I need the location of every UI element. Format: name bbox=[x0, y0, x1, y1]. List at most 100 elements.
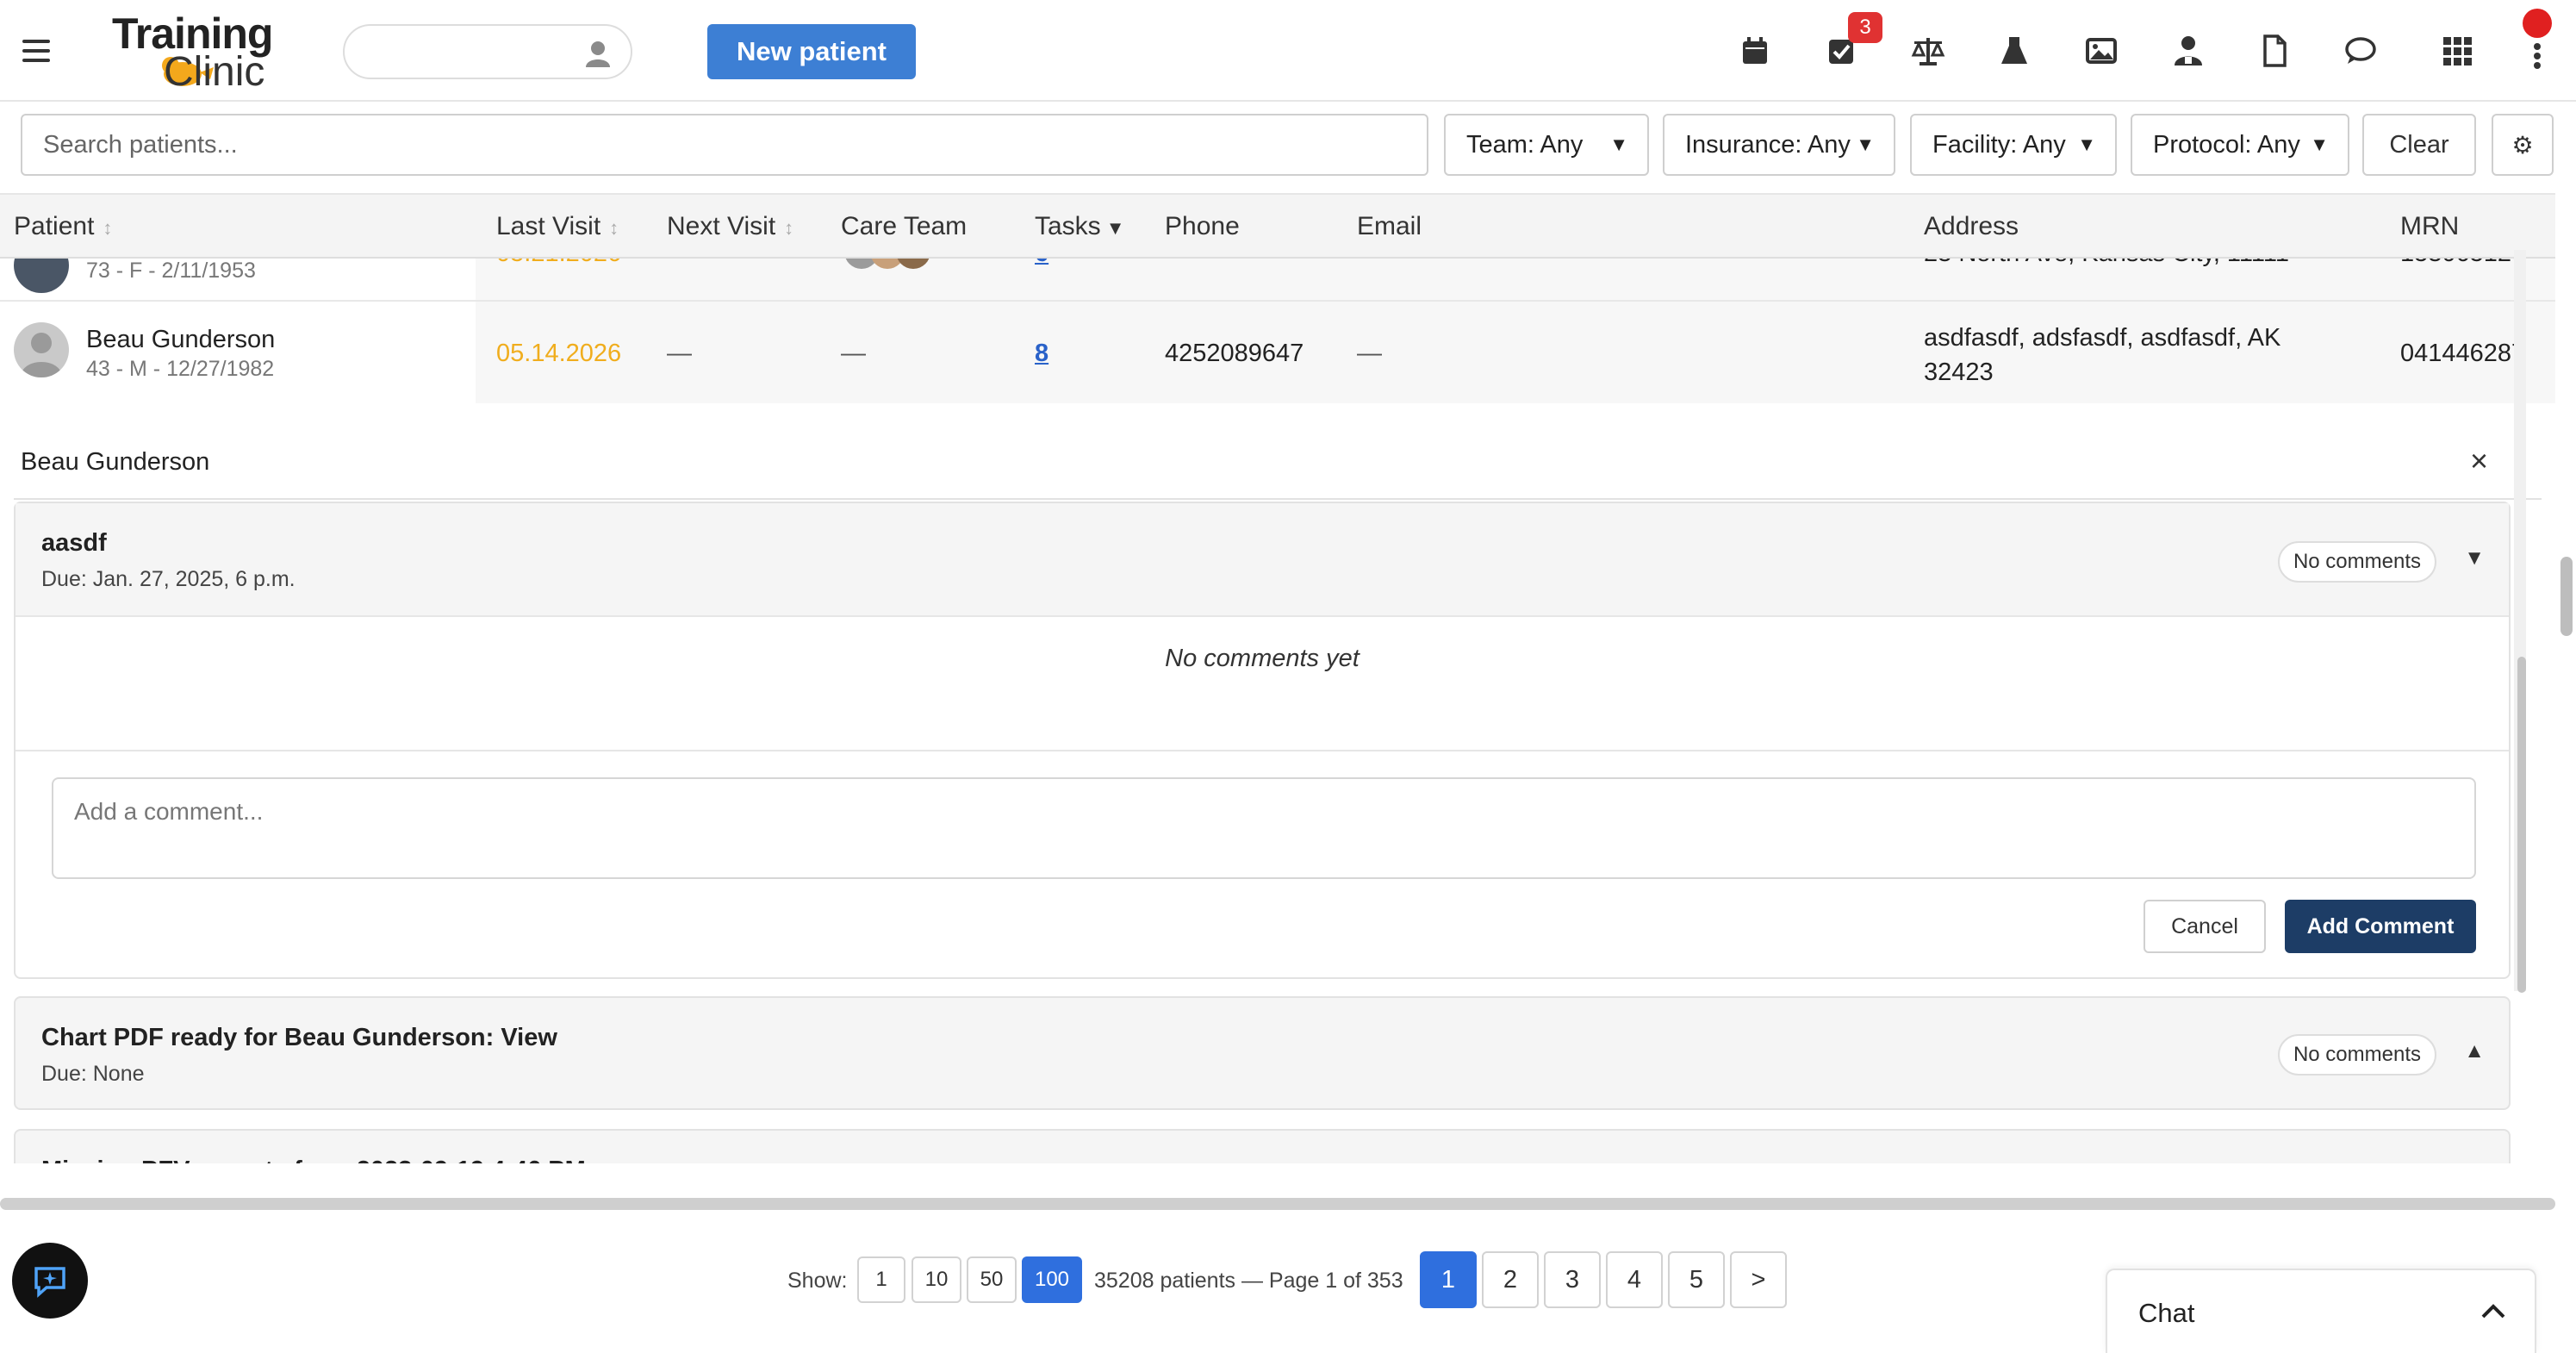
insurance-filter-value: Insurance: Any bbox=[1685, 131, 1851, 159]
column-header-phone[interactable]: Phone bbox=[1165, 212, 1240, 241]
chevron-down-icon: ▼ bbox=[2077, 134, 2096, 155]
column-label-last-visit: Last Visit bbox=[496, 212, 601, 240]
clear-filters-button[interactable]: Clear bbox=[2362, 114, 2476, 176]
chevron-up-icon[interactable]: ▲ bbox=[2464, 1039, 2485, 1063]
chat-bubble-icon[interactable] bbox=[2343, 33, 2379, 69]
calendar-icon[interactable] bbox=[1737, 33, 1773, 69]
row-data-cells: 05.21.2026 6 23 North Ave, Kansas City, … bbox=[476, 259, 2555, 300]
next-visit-value: — bbox=[667, 340, 692, 367]
document-icon[interactable] bbox=[2256, 33, 2293, 69]
avatar bbox=[14, 322, 69, 377]
insurance-filter-select[interactable]: Insurance: Any ▼ bbox=[1663, 114, 1895, 176]
task-header[interactable]: aasdf Due: Jan. 27, 2025, 6 p.m. No comm… bbox=[16, 503, 2509, 617]
facility-filter-select[interactable]: Facility: Any ▼ bbox=[1910, 114, 2117, 176]
user-doctor-icon[interactable] bbox=[2170, 33, 2206, 69]
scale-icon[interactable] bbox=[1910, 33, 1946, 69]
column-header-patient[interactable]: Patient ↕ bbox=[14, 212, 112, 241]
filter-bar: Team: Any ▼ Insurance: Any ▼ Facility: A… bbox=[0, 102, 2576, 193]
tasks-count-link[interactable]: 8 bbox=[1035, 340, 1048, 368]
page-button[interactable]: 5 bbox=[1668, 1251, 1725, 1308]
team-filter-select[interactable]: Team: Any ▼ bbox=[1444, 114, 1649, 176]
patient-cell[interactable]: Beau Gunderson 43 - M - 12/27/1982 bbox=[0, 302, 476, 403]
task-title: Chart PDF ready for Beau Gunderson: View bbox=[41, 1024, 557, 1051]
table-row[interactable]: Beau Gunderson 43 - M - 12/27/1982 05.14… bbox=[0, 302, 2555, 403]
grid-icon[interactable] bbox=[2439, 33, 2475, 69]
avatar bbox=[14, 259, 69, 293]
menu-icon[interactable] bbox=[22, 40, 50, 62]
sort-icon: ↕ bbox=[609, 217, 619, 239]
chevron-down-icon: ▼ bbox=[1609, 134, 1628, 155]
page-size-option[interactable]: 1 bbox=[857, 1256, 905, 1303]
column-label-email: Email bbox=[1357, 212, 1422, 240]
more-vertical-icon[interactable] bbox=[2519, 36, 2555, 72]
column-header-email[interactable]: Email bbox=[1357, 212, 1422, 241]
new-patient-button[interactable]: New patient bbox=[707, 24, 916, 79]
tasks-count-badge: 3 bbox=[1848, 12, 1882, 43]
panel-scrollbar-thumb[interactable] bbox=[2517, 657, 2526, 993]
page-size-option[interactable]: 50 bbox=[967, 1256, 1017, 1303]
quick-patient-search[interactable] bbox=[343, 24, 632, 79]
task-title: Missing PFV on note from 2023-09-19 4:46… bbox=[41, 1157, 586, 1163]
divider bbox=[16, 750, 2509, 751]
close-icon[interactable]: × bbox=[2470, 443, 2488, 479]
last-visit-value[interactable]: 05.21.2026 bbox=[496, 259, 621, 268]
chevron-up-icon[interactable] bbox=[2478, 1296, 2509, 1327]
comment-textarea[interactable] bbox=[52, 777, 2476, 879]
address-value: 23 North Ave, Kansas City, 11111 bbox=[1924, 259, 2289, 268]
comments-count-pill[interactable]: No comments bbox=[2277, 1034, 2436, 1076]
column-header-mrn[interactable]: MRN bbox=[2400, 212, 2459, 241]
chat-widget[interactable]: Chat bbox=[2106, 1269, 2536, 1353]
page-button[interactable]: 2 bbox=[1482, 1251, 1539, 1308]
tasks-scroll-area[interactable]: aasdf Due: Jan. 27, 2025, 6 p.m. No comm… bbox=[14, 502, 2542, 1163]
last-visit-value[interactable]: 05.14.2026 bbox=[496, 340, 621, 368]
page-size-option[interactable]: 10 bbox=[912, 1256, 961, 1303]
task-card[interactable]: Chart PDF ready for Beau Gunderson: View… bbox=[14, 996, 2511, 1110]
page-button[interactable]: 4 bbox=[1606, 1251, 1663, 1308]
top-navbar: Training Clinic New patient 3 bbox=[0, 0, 2576, 102]
column-header-tasks[interactable]: Tasks ▼ bbox=[1035, 212, 1124, 241]
column-header-care-team[interactable]: Care Team bbox=[841, 212, 967, 241]
gear-icon[interactable]: ⚙ bbox=[2492, 114, 2554, 176]
pagination-footer: Show: 1 10 50 100 35208 patients — Page … bbox=[0, 1217, 2576, 1353]
table-row[interactable]: 73 - F - 2/11/1953 05.21.2026 6 23 North… bbox=[0, 259, 2555, 302]
email-value: — bbox=[1357, 340, 1382, 367]
column-header-last-visit[interactable]: Last Visit ↕ bbox=[496, 212, 619, 241]
tasks-count-link[interactable]: 6 bbox=[1035, 259, 1048, 268]
person-icon bbox=[586, 41, 610, 67]
logo-subtitle: Clinic bbox=[164, 49, 265, 95]
next-page-button[interactable]: > bbox=[1730, 1251, 1787, 1308]
panel-title: Beau Gunderson bbox=[21, 448, 210, 476]
page-size-option-active[interactable]: 100 bbox=[1022, 1256, 1082, 1303]
task-due: Due: None bbox=[41, 1062, 145, 1086]
column-label-address: Address bbox=[1924, 212, 2019, 240]
horizontal-scrollbar[interactable] bbox=[0, 1198, 2555, 1210]
mrn-value: 041446287 bbox=[2400, 340, 2526, 367]
protocol-filter-select[interactable]: Protocol: Any ▼ bbox=[2131, 114, 2349, 176]
page-size-label: Show: bbox=[787, 1269, 848, 1293]
ai-assistant-button[interactable] bbox=[12, 1243, 88, 1319]
protocol-filter-value: Protocol: Any bbox=[2153, 131, 2300, 159]
clinic-logo[interactable]: Training Clinic bbox=[112, 9, 284, 95]
image-icon[interactable] bbox=[2083, 33, 2119, 69]
app-root: Training Clinic New patient 3 Search pat… bbox=[0, 0, 2576, 1353]
page-scrollbar-thumb[interactable] bbox=[2560, 557, 2573, 636]
sort-icon: ↕ bbox=[784, 217, 794, 239]
facility-filter-value: Facility: Any bbox=[1932, 131, 2066, 159]
page-button-active[interactable]: 1 bbox=[1420, 1251, 1477, 1308]
cancel-button[interactable]: Cancel bbox=[2144, 900, 2266, 953]
chat-sparkle-icon bbox=[34, 1267, 65, 1298]
patient-name[interactable]: Beau Gunderson bbox=[86, 326, 275, 354]
task-card: aasdf Due: Jan. 27, 2025, 6 p.m. No comm… bbox=[14, 502, 2511, 979]
team-filter-value: Team: Any bbox=[1466, 131, 1584, 159]
chat-label: Chat bbox=[2138, 1298, 2195, 1328]
column-header-address[interactable]: Address bbox=[1924, 212, 2019, 241]
task-card[interactable]: Missing PFV on note from 2023-09-19 4:46… bbox=[14, 1129, 2511, 1163]
column-header-next-visit[interactable]: Next Visit ↕ bbox=[667, 212, 793, 241]
flask-icon[interactable] bbox=[1996, 33, 2032, 69]
task-due: Due: Jan. 27, 2025, 6 p.m. bbox=[41, 567, 296, 591]
chevron-down-icon[interactable]: ▼ bbox=[2464, 546, 2485, 571]
add-comment-button[interactable]: Add Comment bbox=[2285, 900, 2476, 953]
page-button[interactable]: 3 bbox=[1544, 1251, 1601, 1308]
search-patients-input[interactable] bbox=[21, 114, 1428, 176]
comments-count-pill[interactable]: No comments bbox=[2277, 541, 2436, 583]
